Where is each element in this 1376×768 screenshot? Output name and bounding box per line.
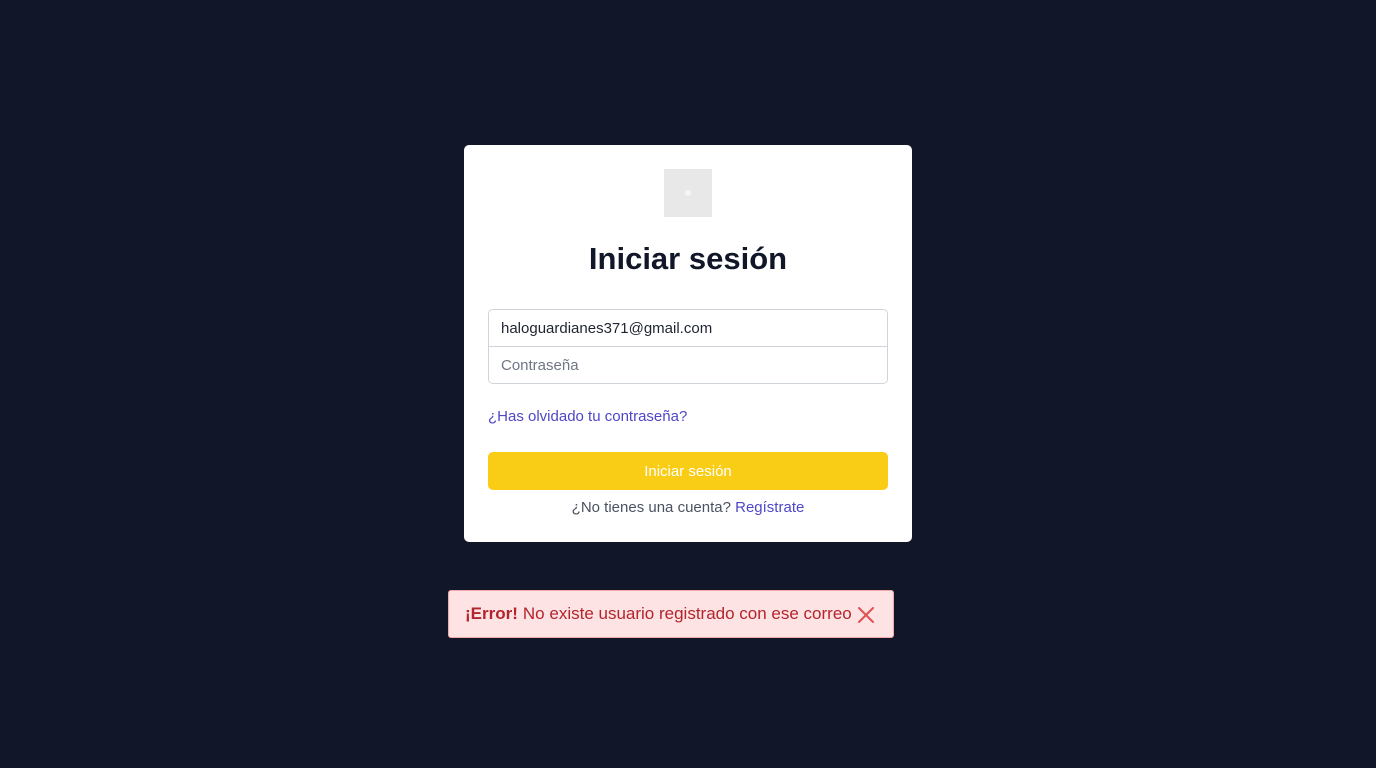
close-icon[interactable]: [857, 606, 875, 624]
credentials-group: [488, 309, 888, 384]
page-title: Iniciar sesión: [588, 241, 788, 276]
logo-placeholder-icon: [685, 190, 691, 196]
signup-prompt: ¿No tienes una cuenta? Regístrate: [464, 499, 912, 516]
page: Iniciar sesión ¿Has olvidado tu contrase…: [0, 0, 1376, 768]
logo-image: [664, 169, 712, 217]
no-account-text: ¿No tienes una cuenta?: [571, 499, 731, 516]
email-field[interactable]: [489, 310, 887, 347]
error-alert-title: ¡Error!: [465, 604, 518, 623]
password-field[interactable]: [489, 347, 887, 383]
error-alert: ¡Error! No existe usuario registrado con…: [448, 590, 894, 638]
forgot-password-link[interactable]: ¿Has olvidado tu contraseña?: [488, 408, 687, 425]
error-alert-message: No existe usuario registrado con ese cor…: [522, 604, 852, 623]
register-link[interactable]: Regístrate: [735, 499, 804, 516]
login-button[interactable]: Iniciar sesión: [488, 452, 888, 490]
login-card: Iniciar sesión ¿Has olvidado tu contrase…: [464, 145, 912, 542]
